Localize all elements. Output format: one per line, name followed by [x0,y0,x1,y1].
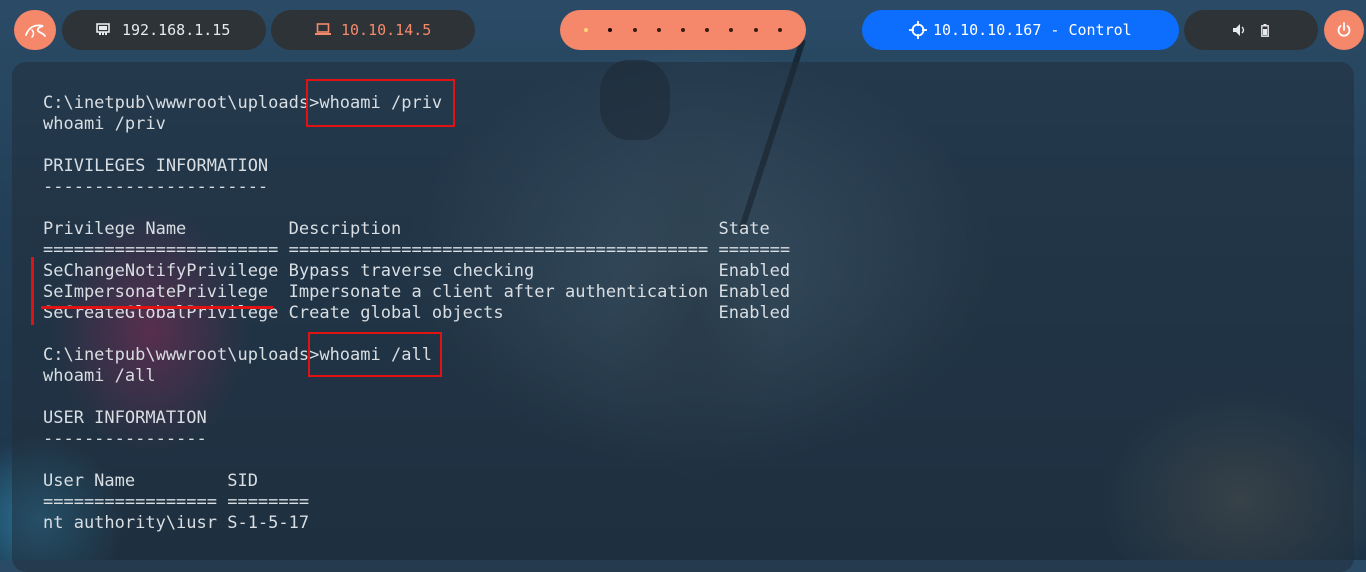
workspace-8[interactable] [753,28,758,32]
kali-menu-button[interactable] [14,10,56,50]
terminal-line: ---------------- [43,429,207,449]
volume-icon[interactable] [1233,24,1247,36]
highlight-box-whoami-priv [306,79,455,127]
workspace-5[interactable] [680,28,685,32]
terminal-line: Privilege Name Description State [43,219,770,239]
highlight-underline-impersonate [41,306,273,309]
kali-dragon-icon [25,24,46,38]
terminal-line: User Name SID [43,471,258,491]
terminal-line: ======================= ================… [43,240,791,260]
terminal-line: USER INFORMATION [43,408,207,428]
workspace-6[interactable] [705,28,710,32]
workspace-3[interactable] [632,28,637,32]
top-bar: 192.168.1.15 10.10.14.5 10.10.10.167 - C… [0,0,1366,62]
crosshair-icon [909,21,927,39]
terminal-window[interactable]: C:\inetpub\wwwroot\uploads>whoami /priv w… [12,62,1354,572]
highlight-box-whoami-all [308,332,442,377]
workspace-1[interactable] [584,28,589,32]
terminal-line: SeImpersonatePrivilege Impersonate a cli… [43,282,791,302]
terminal-line: PRIVILEGES INFORMATION [43,156,269,176]
local-ip-text: 192.168.1.15 [122,21,231,39]
highlight-bar-privileges [31,257,34,325]
terminal-line: ================= ======== [43,492,310,512]
battery-icon[interactable] [1261,23,1269,37]
workspace-9[interactable] [777,28,782,32]
terminal-line: SeChangeNotifyPrivilege Bypass traverse … [43,261,791,281]
target-text: 10.10.10.167 - Control [933,21,1132,39]
network-icon [96,23,110,35]
system-tray [1184,10,1318,50]
laptop-icon [315,23,331,35]
power-button[interactable] [1324,10,1364,50]
vpn-ip-text: 10.10.14.5 [341,21,432,39]
power-icon [1337,22,1351,37]
workspace-2[interactable] [608,28,613,32]
terminal-line: ---------------------- [43,177,269,197]
vpn-ip-indicator[interactable]: 10.10.14.5 [271,10,475,50]
workspace-4[interactable] [656,28,661,32]
local-ip-indicator[interactable]: 192.168.1.15 [62,10,266,50]
workspace-switcher [560,10,806,50]
workspace-7[interactable] [729,28,734,32]
terminal-line: nt authority\iusr S-1-5-17 [43,513,310,533]
terminal-output: C:\inetpub\wwwroot\uploads>whoami /priv w… [43,93,790,534]
target-indicator[interactable]: 10.10.10.167 - Control [862,10,1179,50]
